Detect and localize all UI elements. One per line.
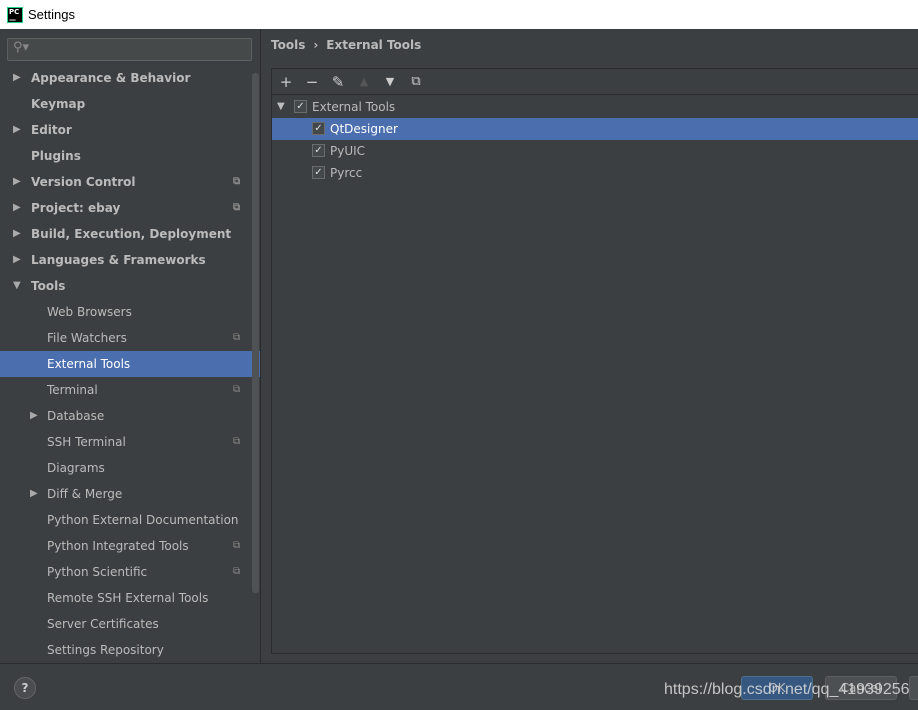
sidebar-item-label: Tools bbox=[31, 279, 66, 293]
sidebar-item[interactable]: Terminal ⧉ bbox=[0, 377, 260, 403]
sidebar-item[interactable]: External Tools bbox=[0, 351, 260, 377]
title-bar: PC — Settings bbox=[0, 0, 918, 29]
sidebar-item[interactable]: Server Certificates bbox=[0, 611, 260, 637]
expanded-arrow-icon[interactable]: ▼ bbox=[13, 273, 21, 299]
plus-icon[interactable]: + bbox=[278, 73, 294, 91]
sidebar-scrollbar[interactable] bbox=[252, 73, 259, 593]
project-settings-icon: ⧉ bbox=[233, 384, 241, 395]
sidebar-item-label: Database bbox=[47, 409, 105, 423]
group-checkbox[interactable]: ✓ bbox=[294, 100, 307, 113]
apply-button[interactable] bbox=[909, 676, 918, 700]
search-input[interactable]: ⚲▾ bbox=[7, 38, 252, 61]
group-label: External Tools bbox=[312, 100, 396, 114]
sidebar-item[interactable]: ▶ Database bbox=[0, 403, 260, 429]
sidebar-item-label: Terminal bbox=[47, 383, 98, 397]
sidebar-item[interactable]: Plugins bbox=[0, 143, 260, 169]
sidebar-item[interactable]: Settings Repository bbox=[0, 637, 260, 663]
breadcrumb-separator: › bbox=[313, 38, 319, 52]
project-settings-icon: ⧉ bbox=[233, 332, 241, 343]
sidebar-item[interactable]: Keymap bbox=[0, 91, 260, 117]
collapsed-arrow-icon[interactable]: ▶ bbox=[13, 221, 21, 247]
sidebar-item[interactable]: ▶ Version Control ⧉ bbox=[0, 169, 260, 195]
sidebar-item-label: Build, Execution, Deployment bbox=[31, 227, 232, 241]
sidebar-item-label: Server Certificates bbox=[47, 617, 159, 631]
sidebar-item[interactable]: ▼ Tools bbox=[0, 273, 260, 299]
sidebar-item-label: Python Scientific bbox=[47, 565, 148, 579]
sidebar-item-label: Web Browsers bbox=[47, 305, 132, 319]
settings-sidebar: ⚲▾ ▶ Appearance & Behavior Keymap ▶ Editor Pl… bbox=[0, 29, 261, 663]
sidebar-item-label: Appearance & Behavior bbox=[31, 71, 191, 85]
project-settings-icon: ⧉ bbox=[233, 436, 241, 447]
sidebar-item-label: Languages & Frameworks bbox=[31, 253, 206, 267]
sidebar-item[interactable]: Python External Documentation bbox=[0, 507, 260, 533]
sidebar-item-label: Project: ebay bbox=[31, 201, 121, 215]
tool-label: QtDesigner bbox=[330, 122, 398, 136]
tree-group-row[interactable]: ▼ ✓ External Tools bbox=[272, 96, 918, 118]
sidebar-item[interactable]: ▶ Appearance & Behavior bbox=[0, 65, 260, 91]
sidebar-item[interactable]: Python Integrated Tools ⧉ bbox=[0, 533, 260, 559]
sidebar-item-label: External Tools bbox=[47, 357, 131, 371]
search-icon: ⚲▾ bbox=[13, 40, 30, 55]
sidebar-item[interactable]: Web Browsers bbox=[0, 299, 260, 325]
sidebar-item[interactable]: ▶ Editor bbox=[0, 117, 260, 143]
sidebar-item[interactable]: ▶ Languages & Frameworks bbox=[0, 247, 260, 273]
collapsed-arrow-icon[interactable]: ▶ bbox=[30, 403, 38, 429]
sidebar-item-label: Remote SSH External Tools bbox=[47, 591, 209, 605]
sidebar-item-label: Diff & Merge bbox=[47, 487, 123, 501]
tool-label: Pyrcc bbox=[330, 166, 363, 180]
sidebar-item[interactable]: Python Scientific ⧉ bbox=[0, 559, 260, 585]
pycharm-logo-icon: PC — bbox=[7, 6, 23, 24]
sidebar-item[interactable]: SSH Terminal ⧉ bbox=[0, 429, 260, 455]
sidebar-item[interactable]: Remote SSH External Tools bbox=[0, 585, 260, 611]
tool-row[interactable]: ✓ Pyrcc bbox=[272, 162, 918, 184]
sidebar-item-label: Plugins bbox=[31, 149, 81, 163]
project-settings-icon: ⧉ bbox=[233, 540, 241, 551]
sidebar-item-label: Python Integrated Tools bbox=[47, 539, 189, 553]
tools-toolbar: + − ✎ ▲ ▼ ⧉ bbox=[272, 69, 918, 95]
sidebar-item[interactable]: ▶ Project: ebay ⧉ bbox=[0, 195, 260, 221]
sidebar-item-label: File Watchers bbox=[47, 331, 127, 345]
window-title: Settings bbox=[28, 7, 75, 22]
project-settings-icon: ⧉ bbox=[233, 202, 241, 213]
minus-icon[interactable]: − bbox=[304, 73, 320, 91]
breadcrumb-parent[interactable]: Tools bbox=[271, 38, 305, 52]
collapse-arrow-icon[interactable]: ▼ bbox=[277, 96, 285, 118]
tool-checkbox[interactable]: ✓ bbox=[312, 144, 325, 157]
sidebar-item-label: Python External Documentation bbox=[47, 513, 239, 527]
move-down-icon[interactable]: ▼ bbox=[382, 75, 398, 88]
tool-checkbox[interactable]: ✓ bbox=[312, 166, 325, 179]
watermark: https://blog.csdn.net/qq_41939256 bbox=[664, 681, 910, 698]
collapsed-arrow-icon[interactable]: ▶ bbox=[30, 481, 38, 507]
sidebar-item-label: Settings Repository bbox=[47, 643, 164, 657]
sidebar-item[interactable]: ▶ Diff & Merge bbox=[0, 481, 260, 507]
sidebar-item[interactable]: Diagrams bbox=[0, 455, 260, 481]
edit-icon[interactable]: ✎ bbox=[330, 73, 346, 91]
copy-icon[interactable]: ⧉ bbox=[408, 74, 424, 89]
sidebar-item-label: SSH Terminal bbox=[47, 435, 126, 449]
help-button[interactable]: ? bbox=[14, 677, 36, 699]
project-settings-icon: ⧉ bbox=[233, 176, 241, 187]
tool-checkbox[interactable]: ✓ bbox=[312, 122, 325, 135]
collapsed-arrow-icon[interactable]: ▶ bbox=[13, 195, 21, 221]
collapsed-arrow-icon[interactable]: ▶ bbox=[13, 65, 21, 91]
breadcrumb-current: External Tools bbox=[326, 38, 422, 52]
sidebar-item[interactable]: ▶ Build, Execution, Deployment bbox=[0, 221, 260, 247]
tool-label: PyUIC bbox=[330, 144, 366, 158]
sidebar-item-label: Editor bbox=[31, 123, 72, 137]
move-up-icon[interactable]: ▲ bbox=[356, 75, 372, 88]
dialog-footer: ? OK Cancel https://blog.csdn.net/qq_419… bbox=[0, 663, 918, 710]
sidebar-item-label: Diagrams bbox=[47, 461, 105, 475]
external-tools-panel: + − ✎ ▲ ▼ ⧉ ▼ ✓ External Tools ✓ QtDesign… bbox=[271, 68, 918, 654]
collapsed-arrow-icon[interactable]: ▶ bbox=[13, 117, 21, 143]
collapsed-arrow-icon[interactable]: ▶ bbox=[13, 169, 21, 195]
collapsed-arrow-icon[interactable]: ▶ bbox=[13, 247, 21, 273]
tool-row[interactable]: ✓ PyUIC bbox=[272, 140, 918, 162]
sidebar-item-label: Keymap bbox=[31, 97, 86, 111]
tool-row[interactable]: ✓ QtDesigner bbox=[272, 118, 918, 140]
project-settings-icon: ⧉ bbox=[233, 566, 241, 577]
sidebar-item-label: Version Control bbox=[31, 175, 136, 189]
breadcrumb: Tools › External Tools bbox=[271, 38, 429, 52]
sidebar-item[interactable]: File Watchers ⧉ bbox=[0, 325, 260, 351]
